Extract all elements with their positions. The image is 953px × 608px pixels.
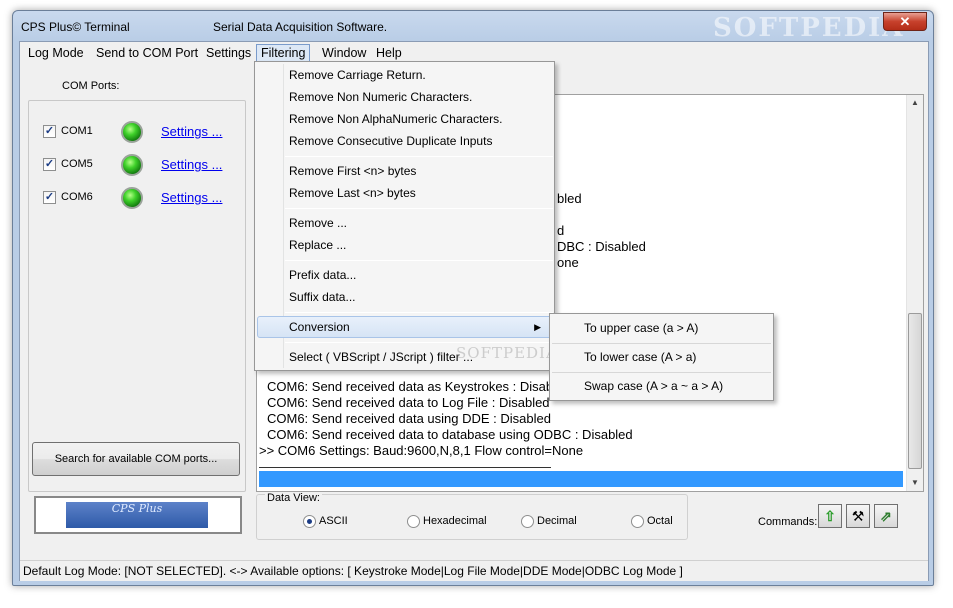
menu-item[interactable]: Remove ... [257,212,552,234]
commands-label: Commands: [758,516,818,528]
menu-item-conversion[interactable]: Conversion ▶ [257,316,552,338]
menu-separator [285,156,553,157]
menu-log-mode[interactable]: Log Mode [24,44,88,62]
menu-item[interactable]: Prefix data... [257,264,552,286]
status-led-icon [121,187,143,209]
tools-icon: ⚒ [851,508,865,524]
menu-send-to-com-port[interactable]: Send to COM Port [92,44,202,62]
close-icon: ✕ [899,14,911,29]
menu-separator [552,372,771,373]
log-line: COM6: Send received data to database usi… [267,427,633,442]
submenu-item-lower[interactable]: To lower case (A > a) [552,345,771,369]
command-tools-button[interactable]: ⚒ [846,504,870,528]
radio-button[interactable] [407,515,420,528]
status-bar: Default Log Mode: [NOT SELECTED]. <-> Av… [20,560,928,581]
logo: CPS Plus [66,502,208,528]
com-ports-panel: ✓ COM1 Settings ... ✓ COM5 Settings ... … [28,100,246,492]
menu-filtering[interactable]: Filtering [256,44,311,62]
menu-item[interactable]: Suffix data... [257,286,552,308]
com-port-row: ✓ COM5 Settings ... [43,154,233,176]
menu-separator [285,260,553,261]
status-led-icon [121,121,143,143]
log-divider [259,467,551,468]
menu-item[interactable]: Replace ... [257,234,552,256]
submenu-item-swap[interactable]: Swap case (A > a ~ a > A) [552,374,771,398]
watermark: SOFTPEDIA [456,344,558,362]
log-line: COM6: Send received data using DDE : Dis… [267,411,551,426]
com5-settings-link[interactable]: Settings ... [161,157,222,172]
menu-item[interactable]: Remove Non Numeric Characters. [257,86,552,108]
app-title: CPS Plus© Terminal [21,20,130,34]
radio-label: Hexadecimal [423,515,487,527]
app-subtitle: Serial Data Acquisition Software. [213,20,388,34]
menu-separator [552,343,771,344]
status-led-icon [121,154,143,176]
log-partial-text: d [557,223,565,238]
radio-label: Decimal [537,515,577,527]
menu-separator [285,342,553,343]
menu-separator [285,312,553,313]
scroll-thumb[interactable] [908,313,922,469]
radio-button[interactable] [521,515,534,528]
menu-item[interactable]: Remove Last <n> bytes [257,182,552,204]
com1-checkbox[interactable]: ✓ [43,125,56,138]
data-view-group: Data View: ASCII Hexadecimal Decimal Oct… [256,492,688,540]
upload-arrow-icon: ⇧ [824,508,836,524]
com-port-row: ✓ COM1 Settings ... [43,121,233,143]
submenu-arrow-icon: ▶ [534,322,541,332]
menu-item[interactable]: Remove First <n> bytes [257,160,552,182]
com-ports-caption: COM Ports: [62,80,120,92]
radio-button[interactable] [303,515,316,528]
menu-separator [285,208,553,209]
menu-item-label: Conversion [289,320,350,334]
com6-settings-link[interactable]: Settings ... [161,190,222,205]
close-button[interactable]: ✕ [883,12,927,31]
log-selected-line[interactable] [259,471,903,487]
menu-window[interactable]: Window [318,44,370,62]
com1-settings-link[interactable]: Settings ... [161,124,222,139]
radio-label: ASCII [319,515,348,527]
export-icon: ⇗ [880,508,892,524]
logo-text: CPS Plus [111,502,163,515]
menu-settings[interactable]: Settings [202,44,255,62]
status-text: Default Log Mode: [NOT SELECTED]. <-> Av… [23,564,683,578]
com1-label: COM1 [61,125,93,137]
watermark: SOFTPEDIA [713,13,905,43]
data-view-legend: Data View: [265,492,322,504]
scroll-down-icon[interactable]: ▼ [907,475,923,491]
command-export-button[interactable]: ⇗ [874,504,898,528]
log-partial-text: DBC : Disabled [557,239,646,254]
menu-help[interactable]: Help [372,44,406,62]
menu-item[interactable]: Remove Carriage Return. [257,64,552,86]
submenu-item-upper[interactable]: To upper case (a > A) [552,316,771,340]
com6-checkbox[interactable]: ✓ [43,191,56,204]
title-bar[interactable]: CPS Plus© Terminal Serial Data Acquisiti… [13,11,933,43]
log-partial-text: bled [557,191,582,206]
com5-label: COM5 [61,158,93,170]
conversion-submenu: To upper case (a > A) To lower case (A >… [549,313,774,401]
com-port-row: ✓ COM6 Settings ... [43,187,233,209]
menu-item[interactable]: Remove Non AlphaNumeric Characters. [257,108,552,130]
com6-label: COM6 [61,191,93,203]
filtering-menu: Remove Carriage Return. Remove Non Numer… [254,61,555,371]
com5-checkbox[interactable]: ✓ [43,158,56,171]
command-upload-button[interactable]: ⇧ [818,504,842,528]
log-scrollbar[interactable]: ▲ ▼ [906,95,923,491]
menu-item[interactable]: Remove Consecutive Duplicate Inputs [257,130,552,152]
radio-button[interactable] [631,515,644,528]
log-line: >> COM6 Settings: Baud:9600,N,8,1 Flow c… [259,443,584,458]
logo-panel: CPS Plus [34,496,242,534]
search-com-ports-button[interactable]: Search for available COM ports... [32,442,240,476]
radio-label: Octal [647,515,673,527]
scroll-up-icon[interactable]: ▲ [907,95,923,111]
log-partial-text: one [557,255,579,270]
